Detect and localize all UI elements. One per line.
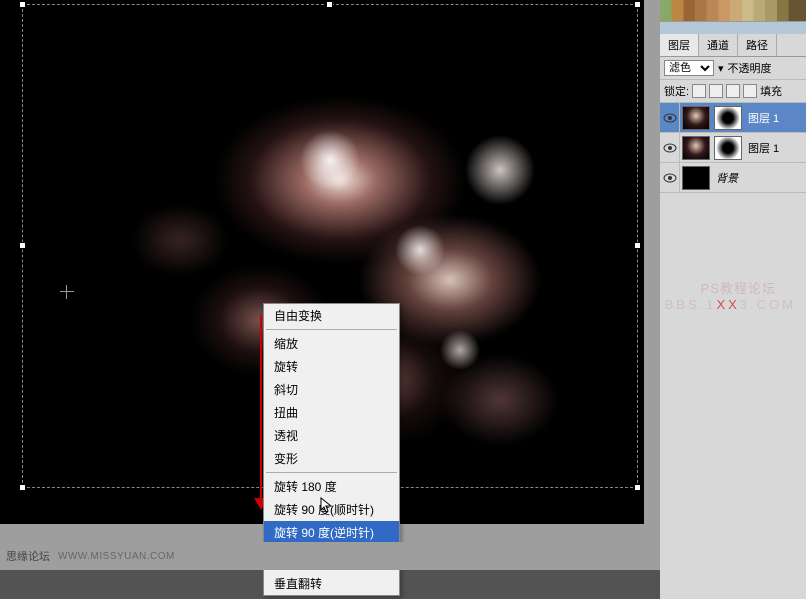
- visibility-toggle[interactable]: [660, 133, 680, 162]
- layer-thumbnail[interactable]: [682, 136, 710, 160]
- menu-skew[interactable]: 斜切: [264, 378, 399, 401]
- eye-icon: [663, 113, 677, 123]
- menu-free-transform[interactable]: 自由变换: [264, 304, 399, 327]
- watermark-part: 3.COM: [740, 297, 796, 312]
- watermark-line2: BBS.1XX3.COM: [665, 297, 796, 312]
- menu-rotate-180[interactable]: 旋转 180 度: [264, 475, 399, 498]
- layer-thumbnail[interactable]: [682, 166, 710, 190]
- visibility-toggle[interactable]: [660, 163, 680, 192]
- watermark-xx: XX: [716, 297, 739, 312]
- menu-separator: [266, 329, 397, 330]
- opacity-label: 不透明度: [728, 60, 772, 76]
- swatches-strip[interactable]: [660, 0, 806, 22]
- layer-options-row: 滤色 ▾ 不透明度: [660, 57, 806, 80]
- layer-row[interactable]: 图层 1: [660, 133, 806, 163]
- layer-mask-thumbnail[interactable]: [714, 106, 742, 130]
- lock-all-icon[interactable]: [743, 84, 757, 98]
- lock-pixels-icon[interactable]: [709, 84, 723, 98]
- cursor-pointer-icon: [320, 497, 334, 515]
- layer-mask-thumbnail[interactable]: [714, 136, 742, 160]
- layer-name[interactable]: 背景: [716, 170, 738, 186]
- eye-icon: [663, 173, 677, 183]
- canvas-workspace: 自由变换 缩放 旋转 斜切 扭曲 透视 变形 旋转 180 度 旋转 90 度(…: [0, 0, 660, 570]
- layer-row-background[interactable]: 背景: [660, 163, 806, 193]
- menu-rotate-90-ccw[interactable]: 旋转 90 度(逆时针): [264, 521, 399, 544]
- tab-paths[interactable]: 路径: [738, 34, 777, 56]
- blend-mode-select[interactable]: 滤色: [664, 60, 714, 76]
- layer-thumbnail[interactable]: [682, 106, 710, 130]
- panel-tabs: 图层 通道 路径: [660, 34, 806, 57]
- footer-url: WWW.MISSYUAN.COM: [58, 551, 175, 562]
- lock-options-row: 锁定: 填充: [660, 80, 806, 103]
- menu-perspective[interactable]: 透视: [264, 424, 399, 447]
- menu-flip-vertical[interactable]: 垂直翻转: [264, 572, 399, 595]
- layer-name[interactable]: 图层 1: [748, 140, 779, 156]
- transform-center-icon[interactable]: [60, 285, 74, 299]
- lock-label: 锁定:: [664, 83, 689, 99]
- tab-channels[interactable]: 通道: [699, 34, 738, 56]
- footer-bar: 思缘论坛 WWW.MISSYUAN.COM: [0, 542, 660, 570]
- watermark-part: BBS.1: [665, 297, 717, 312]
- menu-distort[interactable]: 扭曲: [264, 401, 399, 424]
- tab-layers[interactable]: 图层: [660, 34, 699, 56]
- fill-label: 填充: [760, 83, 782, 99]
- menu-warp[interactable]: 变形: [264, 447, 399, 470]
- menu-separator: [266, 472, 397, 473]
- watermark-line1: PS教程论坛: [701, 278, 776, 297]
- lock-position-icon[interactable]: [726, 84, 740, 98]
- eye-icon: [663, 143, 677, 153]
- layer-name[interactable]: 图层 1: [748, 110, 779, 126]
- annotation-arrow-line: [260, 315, 262, 505]
- lock-transparency-icon[interactable]: [692, 84, 706, 98]
- footer-site-name: 思缘论坛: [6, 548, 50, 564]
- menu-rotate[interactable]: 旋转: [264, 355, 399, 378]
- layer-row-active[interactable]: 图层 1: [660, 103, 806, 133]
- visibility-toggle[interactable]: [660, 103, 680, 132]
- menu-scale[interactable]: 缩放: [264, 332, 399, 355]
- chevron-down-icon[interactable]: ▾: [718, 62, 724, 75]
- panel-divider: [660, 22, 806, 34]
